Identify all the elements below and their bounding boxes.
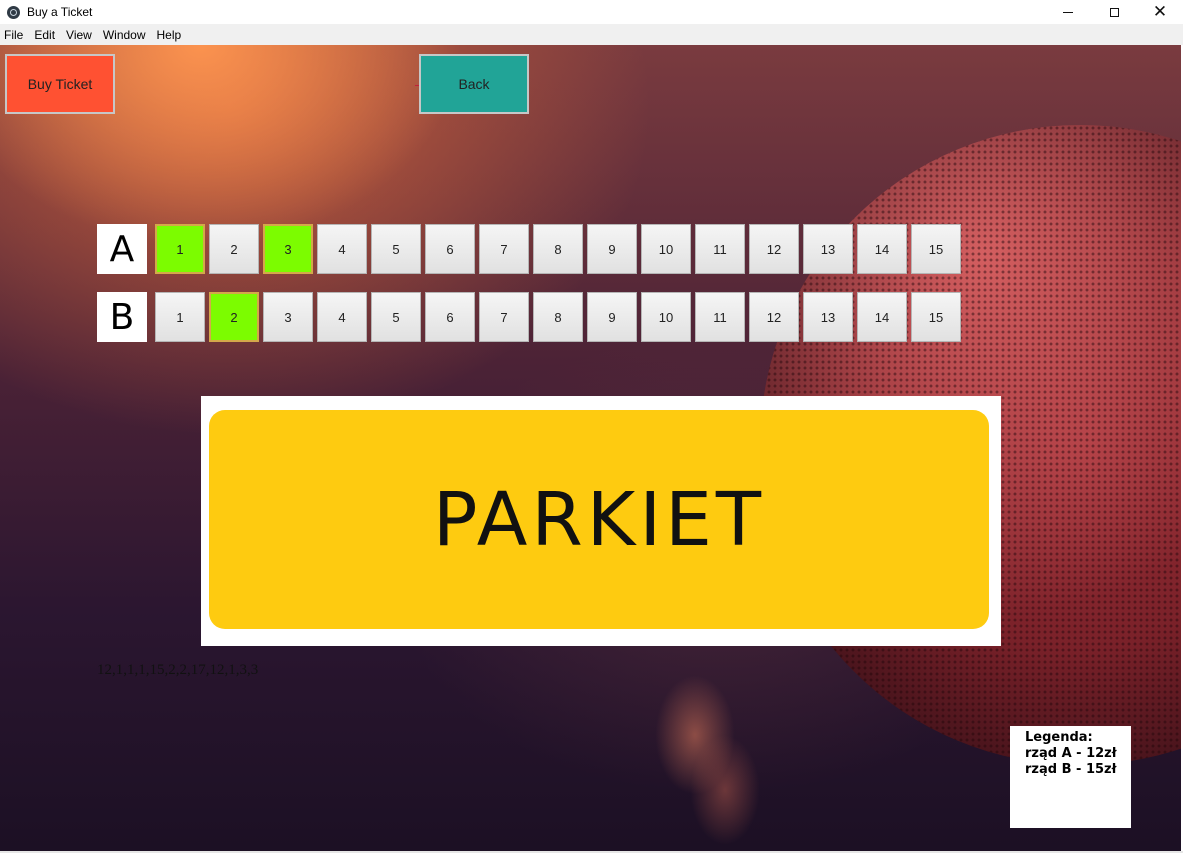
content-area: Buy Ticket Back A 1 2 3 4 5 6 7 8 9 10 11 12 13 14 15 … [0,45,1181,851]
seat-b-14[interactable]: 14 [857,292,907,342]
seat-b-7[interactable]: 7 [479,292,529,342]
app-icon [7,5,20,19]
menu-file[interactable]: File [0,28,28,42]
seat-a-1[interactable]: 1 [155,224,205,274]
seat-row-a: 1 2 3 4 5 6 7 8 9 10 11 12 13 14 15 [155,224,965,274]
seat-b-9[interactable]: 9 [587,292,637,342]
seat-b-11[interactable]: 11 [695,292,745,342]
seat-b-12[interactable]: 12 [749,292,799,342]
menu-help[interactable]: Help [152,28,187,42]
menu-edit[interactable]: Edit [29,28,60,42]
seat-b-6[interactable]: 6 [425,292,475,342]
title-bar: Buy a Ticket ✕ [0,0,1183,24]
seat-b-15[interactable]: 15 [911,292,961,342]
legend-row-b: rząd B - 15zł [1025,762,1117,777]
seat-a-2[interactable]: 2 [209,224,259,274]
floor-label: PARKIET [209,410,989,629]
seat-a-7[interactable]: 7 [479,224,529,274]
seat-b-4[interactable]: 4 [317,292,367,342]
close-button[interactable]: ✕ [1137,0,1183,24]
seat-a-8[interactable]: 8 [533,224,583,274]
seat-a-15[interactable]: 15 [911,224,961,274]
seat-b-3[interactable]: 3 [263,292,313,342]
seat-b-1[interactable]: 1 [155,292,205,342]
seat-a-12[interactable]: 12 [749,224,799,274]
minimize-icon [1063,11,1073,13]
legend-title: Legenda: [1025,730,1093,745]
seat-a-4[interactable]: 4 [317,224,367,274]
seat-a-5[interactable]: 5 [371,224,421,274]
seat-b-8[interactable]: 8 [533,292,583,342]
seat-b-5[interactable]: 5 [371,292,421,342]
maximize-icon [1109,7,1119,17]
seat-b-10[interactable]: 10 [641,292,691,342]
seat-a-13[interactable]: 13 [803,224,853,274]
seat-a-6[interactable]: 6 [425,224,475,274]
seat-b-2[interactable]: 2 [209,292,259,342]
floor-frame: PARKIET [201,396,1001,646]
minimize-button[interactable] [1045,0,1091,24]
menu-bar: File Edit View Window Help [0,24,1183,45]
buy-ticket-button[interactable]: Buy Ticket [5,54,115,114]
row-label-b: B [97,292,147,342]
seat-a-3[interactable]: 3 [263,224,313,274]
legend-box: Legenda: rząd A - 12zł rząd B - 15zł [1010,726,1131,828]
legend-row-a: rząd A - 12zł [1025,746,1117,761]
selected-seats-text: 12,1,1,1,15,2,2,17,12,1,3,3 [97,662,259,678]
menu-window[interactable]: Window [98,28,151,42]
seat-a-10[interactable]: 10 [641,224,691,274]
menu-view[interactable]: View [61,28,97,42]
close-icon: ✕ [1152,1,1168,22]
maximize-button[interactable] [1091,0,1137,24]
seat-a-14[interactable]: 14 [857,224,907,274]
back-button[interactable]: Back [419,54,529,114]
seat-a-9[interactable]: 9 [587,224,637,274]
window-title: Buy a Ticket [27,5,93,19]
seat-row-b: 1 2 3 4 5 6 7 8 9 10 11 12 13 14 15 [155,292,965,342]
row-label-a: A [97,224,147,274]
seat-b-13[interactable]: 13 [803,292,853,342]
seat-a-11[interactable]: 11 [695,224,745,274]
window-controls: ✕ [1045,0,1183,24]
